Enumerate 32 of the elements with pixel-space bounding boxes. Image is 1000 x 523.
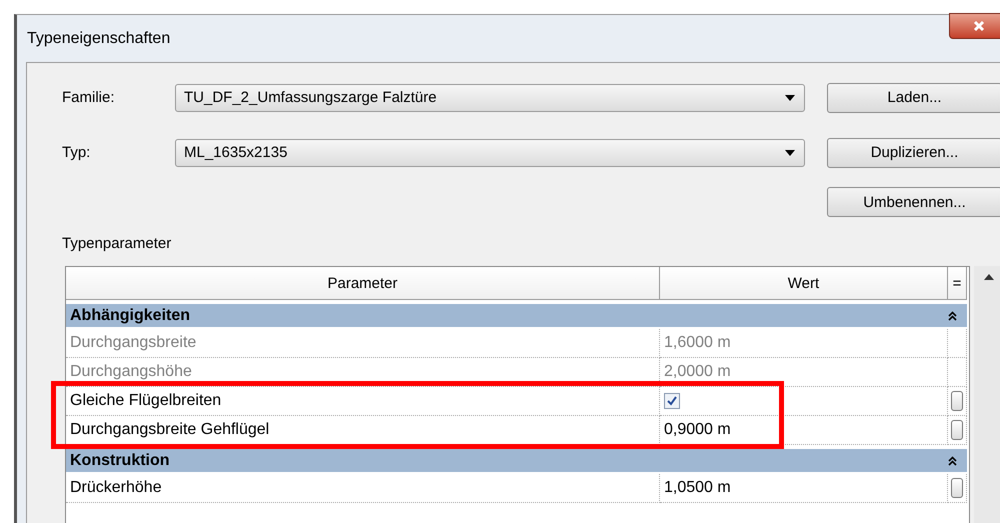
parameter-name: Drückerhöhe	[66, 474, 660, 503]
field-label: Typ:	[62, 144, 92, 161]
parameter-name: Durchgangsbreite	[66, 329, 660, 358]
caret-icon	[784, 148, 796, 156]
dropdown-field[interactable]: ML_1635x2135	[175, 138, 805, 166]
field-label: Familie:	[62, 89, 116, 106]
dropdown-field[interactable]: TU_DF_2_Umfassungszarge Falztüre	[175, 84, 805, 112]
group-title: Konstruktion	[70, 452, 170, 470]
parameter-name: Gleiche Flügelbreiten	[66, 387, 660, 416]
close-button[interactable]	[949, 13, 1000, 39]
checkbox[interactable]	[664, 393, 680, 409]
column-header[interactable]: =	[948, 267, 967, 300]
collapse-icon[interactable]	[948, 310, 957, 320]
associate-button[interactable]	[951, 391, 963, 411]
value-cell[interactable]: 1,0500 m	[660, 474, 948, 503]
scrollbar[interactable]	[974, 266, 1000, 523]
column-header[interactable]: Parameter	[66, 267, 660, 300]
parameter-name: Durchgangshöhe	[66, 358, 660, 387]
associate-button[interactable]	[951, 478, 963, 498]
action-button[interactable]: Laden...	[827, 82, 1000, 112]
close-icon	[973, 20, 985, 32]
action-button[interactable]: Duplizieren...	[827, 138, 1000, 168]
rename-button[interactable]: Umbenennen...	[827, 187, 1000, 217]
window-title: Typeneigenschaften	[27, 30, 170, 48]
parameter-name: Durchgangsbreite Gehflügel	[66, 416, 660, 445]
associate-button[interactable]	[951, 420, 963, 440]
group-title: Abhängigkeiten	[70, 306, 190, 324]
collapse-icon[interactable]	[948, 456, 957, 466]
section-label: Typenparameter	[62, 235, 172, 254]
scroll-up-icon[interactable]	[984, 274, 994, 280]
column-header[interactable]: Wert	[660, 267, 948, 300]
caret-icon	[784, 94, 796, 102]
